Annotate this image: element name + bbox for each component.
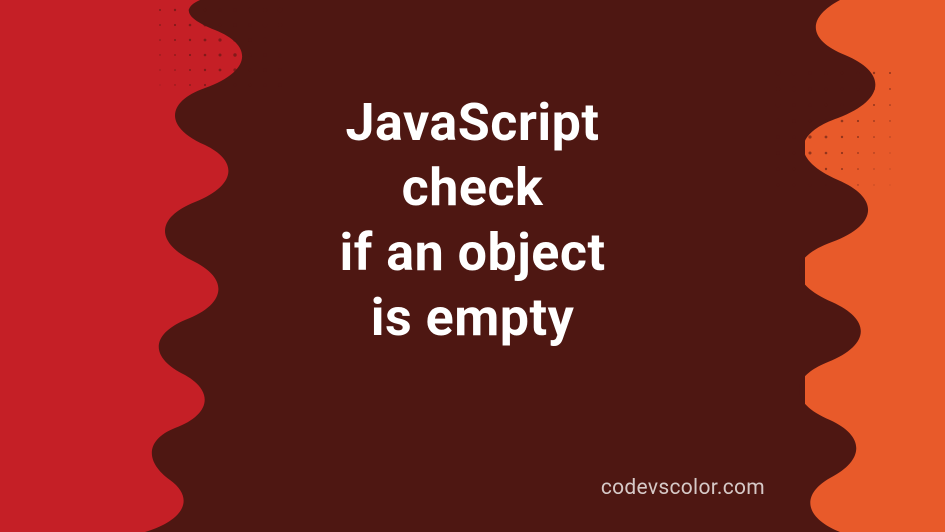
main-title: JavaScript check if an object is empty [0, 90, 945, 350]
site-watermark: codevscolor.com [601, 476, 765, 500]
title-line-1: JavaScript [0, 90, 945, 155]
title-line-2: check [0, 155, 945, 220]
title-line-4: is empty [0, 285, 945, 350]
banner-graphic: JavaScript check if an object is empty c… [0, 0, 945, 532]
title-line-3: if an object [0, 220, 945, 285]
